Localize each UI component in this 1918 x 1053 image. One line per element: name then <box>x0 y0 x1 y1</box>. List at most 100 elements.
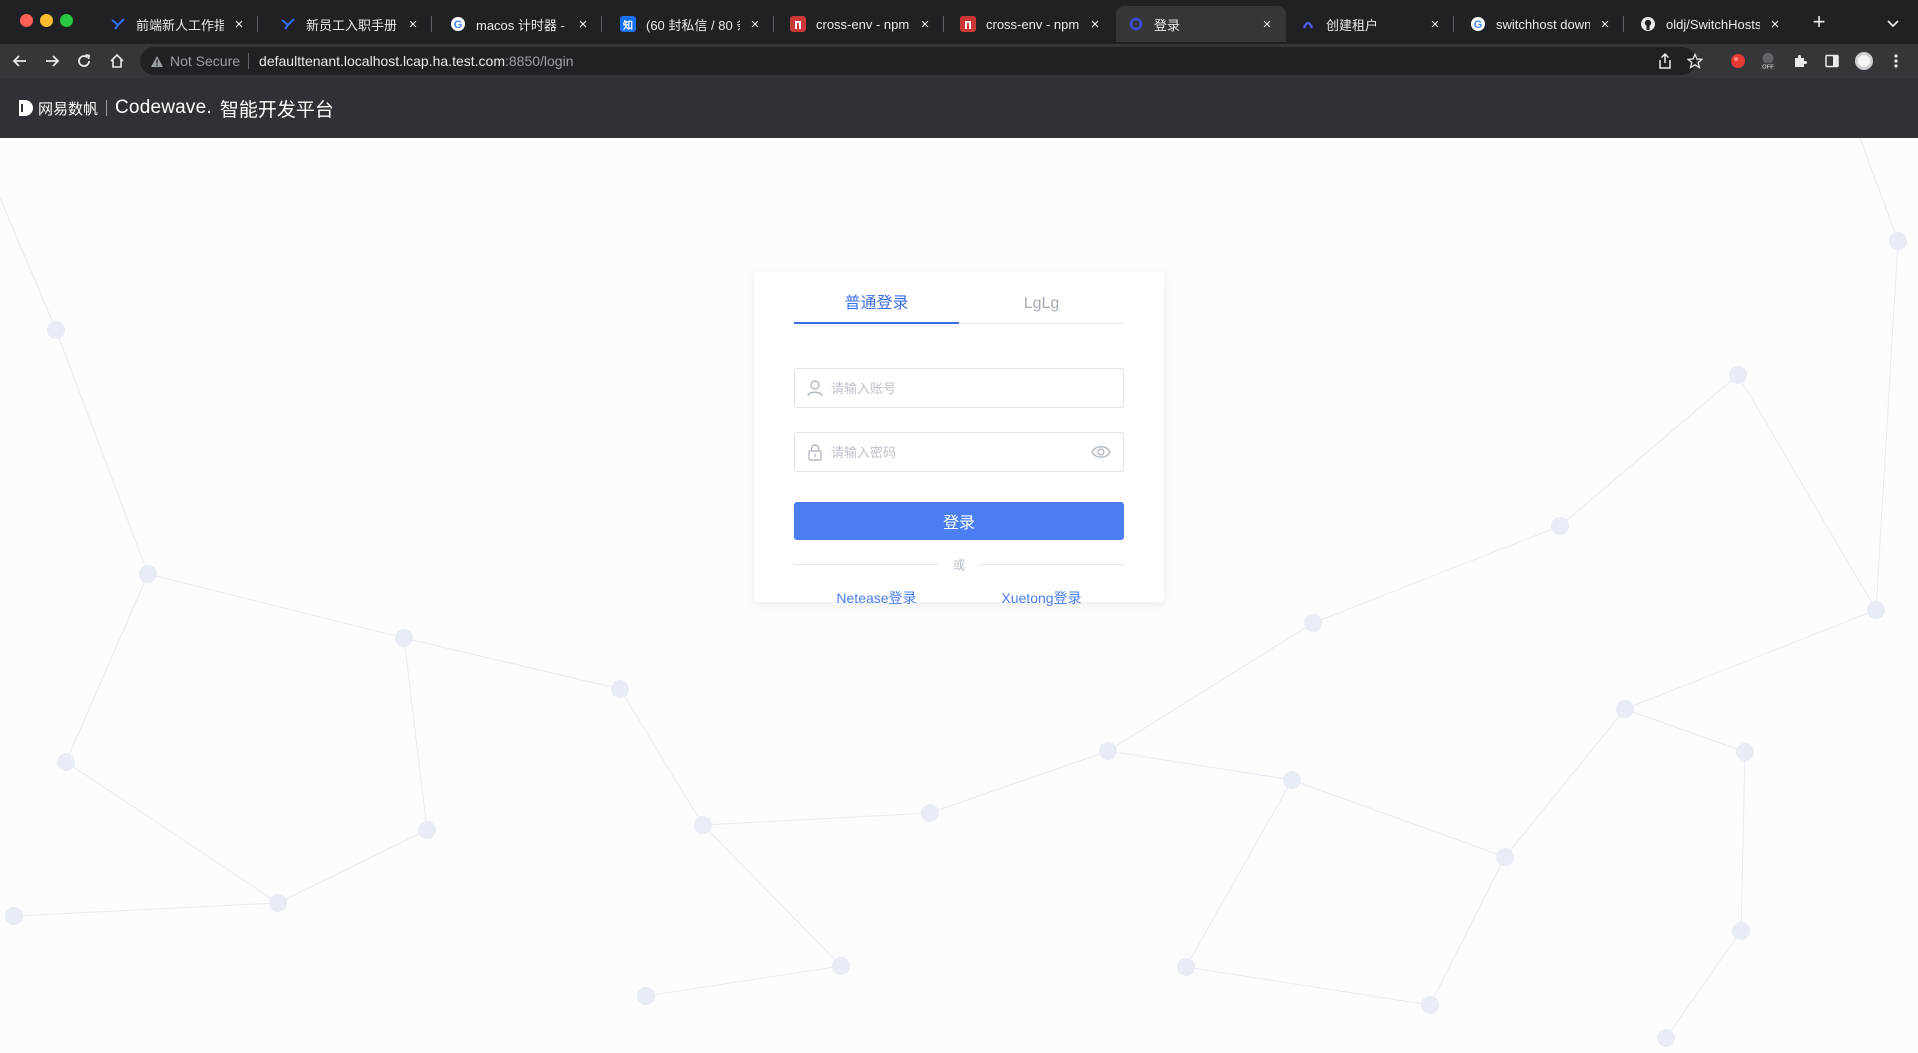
back-arrow-icon[interactable] <box>8 49 32 73</box>
username-field[interactable] <box>794 368 1124 408</box>
tab-title: cross-env - npm s <box>816 16 910 32</box>
extension-off-icon[interactable]: OFF <box>1758 51 1778 71</box>
close-icon[interactable]: × <box>1768 17 1782 32</box>
address-bar[interactable]: Not Secure defaulttenant.localhost.lcap.… <box>140 47 1703 75</box>
svg-text:G: G <box>1474 19 1483 31</box>
browser-tab[interactable]: cross-env - npm × <box>948 6 1114 42</box>
extension-red-icon[interactable] <box>1728 51 1748 71</box>
url-path: :8850/login <box>504 53 574 69</box>
divider-line-right <box>979 563 1125 565</box>
warning-triangle-icon[interactable] <box>150 55 164 68</box>
brand-name-codewave: Codewave. <box>115 97 212 118</box>
xuetong-login-link[interactable]: Xuetong登录 <box>1001 588 1081 608</box>
lock-icon <box>805 442 825 462</box>
tab-title: 登录 <box>1154 17 1181 33</box>
tab-title: 前端新人工作指北 - <box>136 17 224 33</box>
codewave-icon <box>1128 16 1144 32</box>
platform-title: 智能开发平台 <box>219 99 334 121</box>
browser-menu-kebab-icon[interactable] <box>1886 51 1906 71</box>
browser-tab[interactable]: cross-env - npm s × <box>778 6 944 42</box>
login-page: 普通登录 LgLg 登录 或 Netease登录 Xueto <box>0 138 1918 1053</box>
reload-icon[interactable] <box>72 49 96 73</box>
browser-tab[interactable]: 前端新人工作指北 - × <box>98 6 258 42</box>
password-input[interactable] <box>831 444 1089 460</box>
password-field[interactable] <box>794 432 1124 472</box>
close-icon[interactable]: × <box>1088 17 1102 32</box>
tab-title: macos 计时器 - Go <box>476 17 568 33</box>
tab-separator <box>1453 16 1454 32</box>
close-icon[interactable]: × <box>232 17 246 32</box>
close-icon[interactable]: × <box>1598 17 1612 32</box>
url-host: defaulttenant.localhost.lcap.ha.test.com <box>259 53 505 69</box>
tab-separator <box>601 16 602 32</box>
login-card: 普通登录 LgLg 登录 或 Netease登录 Xueto <box>754 272 1164 606</box>
close-icon[interactable]: × <box>406 17 420 32</box>
browser-tab-active[interactable]: 登录 × <box>1116 6 1286 42</box>
side-panel-icon[interactable] <box>1822 51 1842 71</box>
close-icon[interactable]: × <box>1428 17 1442 32</box>
browser-tab[interactable]: G macos 计时器 - Go × <box>438 6 602 42</box>
netease-login-link[interactable]: Netease登录 <box>836 588 916 608</box>
npm-icon <box>790 16 806 32</box>
profile-avatar-icon[interactable] <box>1854 51 1874 71</box>
github-icon <box>1640 16 1656 32</box>
login-tabs: 普通登录 LgLg <box>794 294 1124 324</box>
bookmark-star-icon[interactable] <box>1684 51 1706 71</box>
third-party-login-links: Netease登录 Xuetong登录 <box>794 588 1124 608</box>
tab-lglg[interactable]: LgLg <box>959 294 1124 323</box>
divider-line-left <box>794 563 939 565</box>
close-icon[interactable]: × <box>576 17 590 32</box>
window-close-button[interactable] <box>20 14 33 27</box>
feishu-icon <box>110 16 126 32</box>
browser-tab[interactable]: 新员工入职手册 - 新 × <box>268 6 432 42</box>
tab-separator <box>943 16 944 32</box>
browser-tab[interactable]: oldj/SwitchHosts: × <box>1628 6 1794 42</box>
share-icon[interactable] <box>1654 51 1676 71</box>
npm-icon <box>960 16 976 32</box>
brand-divider <box>106 100 108 116</box>
tab-normal-login[interactable]: 普通登录 <box>794 294 959 324</box>
close-icon[interactable]: × <box>918 17 932 32</box>
window-minimize-button[interactable] <box>40 14 53 27</box>
address-divider <box>248 53 250 69</box>
feishu-icon <box>280 16 296 32</box>
tab-separator <box>773 16 774 32</box>
tab-title: cross-env - npm <box>986 16 1080 32</box>
tab-title: oldj/SwitchHosts: <box>1666 16 1760 32</box>
username-input[interactable] <box>831 380 1123 396</box>
tab-title: 创建租户 <box>1326 17 1379 33</box>
close-icon[interactable]: × <box>1260 17 1274 32</box>
browser-tab-strip: 前端新人工作指北 - × 新员工入职手册 - 新 × G macos 计时器 -… <box>0 0 1918 44</box>
codewave-icon <box>1300 16 1316 32</box>
app-header: 网易数帆 Codewave. 智能开发平台 <box>0 78 1918 138</box>
netease-shufan-logo-icon <box>18 99 34 117</box>
brand-name-cn: 网易数帆 <box>38 100 99 118</box>
extensions-puzzle-icon[interactable] <box>1790 51 1810 71</box>
browser-toolbar: Not Secure defaulttenant.localhost.lcap.… <box>0 44 1918 78</box>
browser-tab[interactable]: 知 (60 封私信 / 80 条 × <box>608 6 774 42</box>
browser-tab[interactable]: 创建租户 × <box>1288 6 1454 42</box>
home-icon[interactable] <box>105 49 129 73</box>
or-label: 或 <box>953 557 966 572</box>
tab-title: (60 封私信 / 80 条 <box>646 17 740 33</box>
user-icon <box>805 378 825 398</box>
or-divider: 或 <box>794 556 1125 572</box>
new-tab-button[interactable]: + <box>1806 10 1832 36</box>
google-icon: G <box>1470 16 1486 32</box>
forward-arrow-icon[interactable] <box>40 49 64 73</box>
tab-separator <box>257 16 258 32</box>
close-icon[interactable]: × <box>748 17 762 32</box>
tab-separator <box>431 16 432 32</box>
tab-separator <box>1623 16 1624 32</box>
window-zoom-button[interactable] <box>60 14 73 27</box>
extension-badge-text: OFF <box>1762 65 1774 71</box>
tab-title: 新员工入职手册 - 新 <box>306 17 398 33</box>
tab-title: switchhost downlo <box>1496 16 1590 32</box>
security-status-label[interactable]: Not Secure <box>170 53 240 69</box>
login-button[interactable]: 登录 <box>794 502 1124 540</box>
svg-text:G: G <box>454 19 463 31</box>
eye-icon[interactable] <box>1089 440 1113 464</box>
tab-search-chevron-icon[interactable] <box>1882 12 1904 34</box>
browser-tab[interactable]: G switchhost downlo × <box>1458 6 1624 42</box>
zhihu-icon: 知 <box>620 16 636 32</box>
